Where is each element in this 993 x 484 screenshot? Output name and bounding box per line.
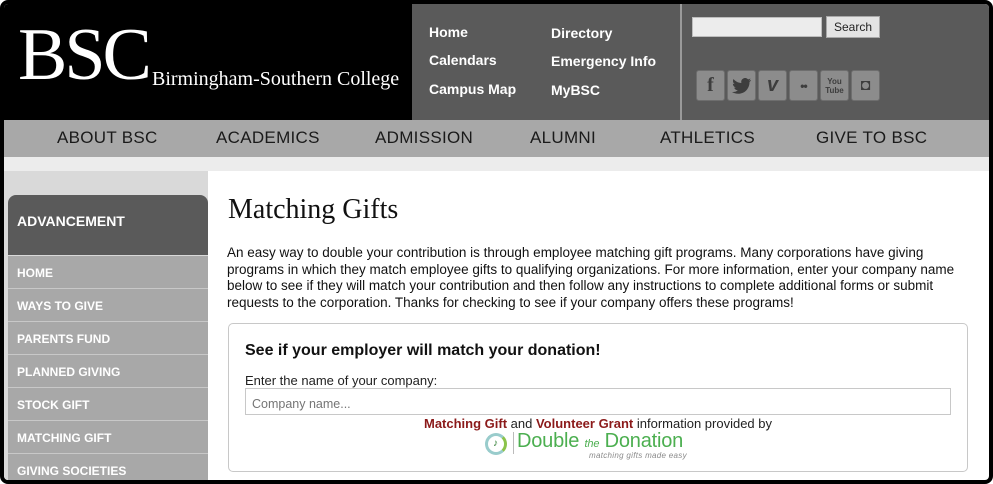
nav-sub-bar [4, 157, 989, 171]
quick-link-home[interactable]: Home [429, 24, 468, 40]
quick-link-campus-map[interactable]: Campus Map [429, 81, 516, 97]
sidebar-item-giving-societies[interactable]: GIVING SOCIETIES [8, 454, 208, 480]
quick-link-emergency-info[interactable]: Emergency Info [551, 53, 656, 69]
dtd-note-icon: ♪ [493, 438, 498, 449]
and-text: and [507, 416, 536, 431]
matching-gift-search-box: See if your employer will match your don… [228, 323, 968, 472]
logo-area[interactable]: BSC Birmingham-Southern College [4, 4, 412, 120]
sidebar-item-parents-fund[interactable]: PARENTS FUND [8, 322, 208, 355]
search-box-heading: See if your employer will match your don… [245, 342, 601, 359]
company-name-label: Enter the name of your company: [245, 373, 438, 388]
twitter-icon[interactable] [727, 70, 756, 101]
search-button[interactable]: Search [826, 16, 880, 38]
nav-academics[interactable]: ACADEMICS [216, 128, 320, 148]
nav-athletics[interactable]: ATHLETICS [660, 128, 755, 148]
social-links: f v •• You Tube ◘ [696, 70, 880, 101]
nav-admission[interactable]: ADMISSION [375, 128, 473, 148]
page-title: Matching Gifts [228, 194, 399, 225]
quick-link-directory[interactable]: Directory [551, 25, 612, 41]
double-the-donation-logo[interactable]: ♪ Double the Donation matching gifts mad… [485, 430, 715, 460]
quick-link-mybsc[interactable]: MyBSC [551, 82, 600, 98]
header-utility: Search f v •• You Tube ◘ [682, 4, 989, 120]
instagram-icon[interactable]: ◘ [851, 70, 880, 101]
youtube-icon[interactable]: You Tube [820, 70, 849, 101]
logo-college-name[interactable]: Birmingham-Southern College [152, 68, 399, 91]
browser-frame: BSC Birmingham-Southern College Home Cal… [0, 0, 993, 484]
vimeo-icon[interactable]: v [758, 70, 787, 101]
sidebar-heading: ADVANCEMENT [8, 195, 208, 255]
flickr-icon[interactable]: •• [789, 70, 818, 101]
facebook-icon[interactable]: f [696, 70, 725, 101]
dtd-divider [513, 432, 514, 454]
dtd-tagline: matching gifts made easy [589, 451, 687, 460]
nav-give-to-bsc[interactable]: GIVE TO BSC [816, 128, 927, 148]
nav-alumni[interactable]: ALUMNI [530, 128, 596, 148]
company-name-input[interactable] [245, 388, 951, 415]
sidebar-item-ways-to-give[interactable]: WAYS TO GIVE [8, 289, 208, 322]
provided-by-line: Matching Gift and Volunteer Grant inform… [229, 416, 967, 431]
site-search-input[interactable] [692, 17, 822, 37]
matching-gift-link[interactable]: Matching Gift [424, 416, 507, 431]
intro-paragraph: An easy way to double your contribution … [227, 245, 955, 310]
sidebar-item-home[interactable]: HOME [8, 256, 208, 289]
sidebar-item-planned-giving[interactable]: PLANNED GIVING [8, 355, 208, 388]
quick-link-calendars[interactable]: Calendars [429, 52, 497, 68]
dtd-wordmark: Double the Donation [517, 430, 684, 452]
volunteer-grant-link[interactable]: Volunteer Grant [536, 416, 633, 431]
sidebar-menu: HOME WAYS TO GIVE PARENTS FUND PLANNED G… [8, 256, 208, 480]
logo-mark[interactable]: BSC [18, 18, 152, 92]
quick-links: Home Calendars Campus Map Directory Emer… [412, 4, 680, 120]
sidebar-item-matching-gift[interactable]: MATCHING GIFT [8, 421, 208, 454]
provided-by-text: information provided by [633, 416, 772, 431]
sidebar-item-stock-gift[interactable]: STOCK GIFT [8, 388, 208, 421]
main-nav: ABOUT BSC ACADEMICS ADMISSION ALUMNI ATH… [4, 120, 989, 157]
nav-about-bsc[interactable]: ABOUT BSC [57, 128, 158, 148]
